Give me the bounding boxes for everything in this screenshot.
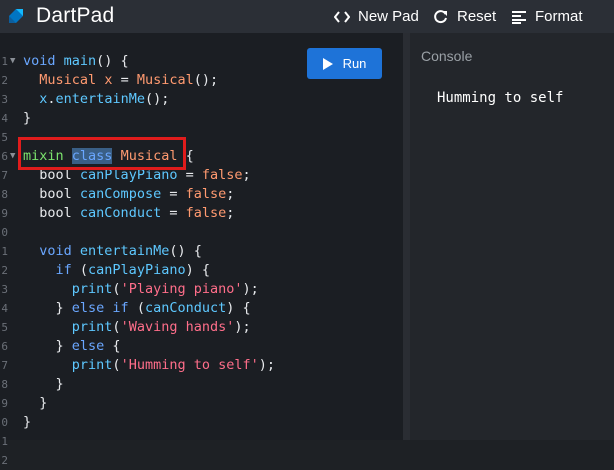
line-number: 4 bbox=[1, 112, 8, 125]
app-header: DartPad New Pad Reset Format bbox=[0, 0, 614, 33]
console-output: Humming to self bbox=[437, 90, 564, 106]
align-left-icon bbox=[511, 9, 527, 25]
code-editor[interactable]: 1234567890123456789012 ▼ void main() { Mu… bbox=[0, 33, 403, 467]
console-panel: Console Humming to self bbox=[410, 33, 614, 440]
line-number: 0 bbox=[1, 416, 8, 429]
panel-divider[interactable] bbox=[403, 33, 410, 440]
reset-button[interactable]: Reset bbox=[433, 0, 496, 33]
line-number: 7 bbox=[1, 359, 8, 372]
line-number: 3 bbox=[1, 93, 8, 106]
format-button[interactable]: Format bbox=[511, 0, 583, 33]
reset-label: Reset bbox=[457, 8, 497, 25]
line-number: 1 bbox=[1, 435, 8, 448]
line-number: 0 bbox=[1, 226, 8, 239]
line-number: 8 bbox=[1, 378, 8, 391]
refresh-icon bbox=[433, 9, 449, 25]
line-number: 8 bbox=[1, 188, 8, 201]
line-number: 9 bbox=[1, 397, 8, 410]
code-icon bbox=[334, 9, 350, 25]
dart-logo-icon bbox=[9, 9, 23, 23]
line-number: 2 bbox=[1, 454, 8, 467]
run-button[interactable]: Run bbox=[307, 48, 382, 79]
line-number: 5 bbox=[1, 321, 8, 334]
app-title: DartPad bbox=[36, 4, 115, 27]
run-label: Run bbox=[342, 56, 367, 71]
line-number: 6 bbox=[1, 150, 8, 163]
line-number: 9 bbox=[1, 207, 8, 220]
line-number: 1 bbox=[1, 245, 8, 258]
play-icon bbox=[322, 57, 333, 70]
format-label: Format bbox=[535, 8, 583, 25]
line-number: 1 bbox=[1, 55, 8, 68]
line-number: 5 bbox=[1, 131, 8, 144]
line-number: 6 bbox=[1, 340, 8, 353]
line-number: 7 bbox=[1, 169, 8, 182]
line-number: 3 bbox=[1, 283, 8, 296]
line-number: 2 bbox=[1, 74, 8, 87]
new-pad-button[interactable]: New Pad bbox=[334, 0, 419, 33]
line-number: 2 bbox=[1, 264, 8, 277]
console-title: Console bbox=[421, 48, 473, 64]
new-pad-label: New Pad bbox=[358, 8, 419, 25]
annotation-highlight-box bbox=[18, 137, 186, 170]
line-number: 4 bbox=[1, 302, 8, 315]
